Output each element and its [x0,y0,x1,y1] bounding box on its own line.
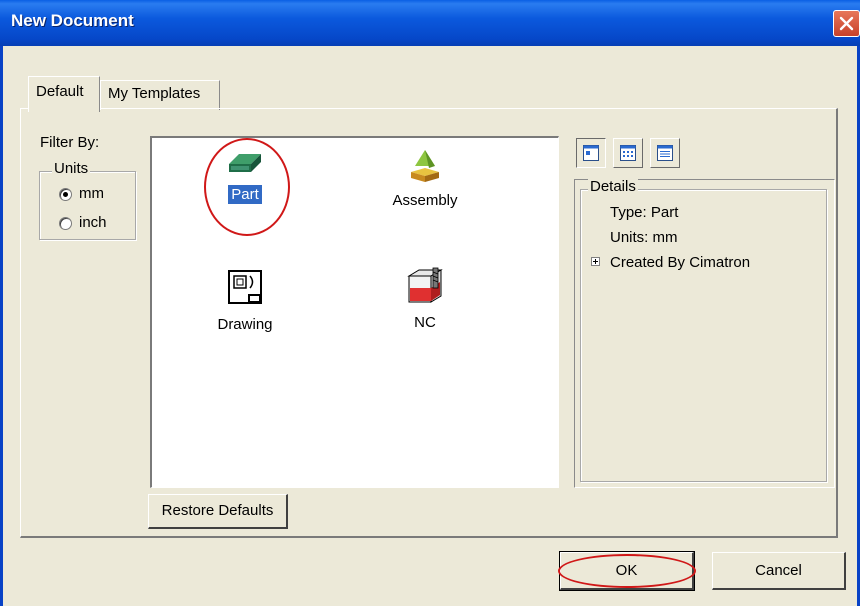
large-icons-view-button[interactable] [576,138,606,168]
large-icons-view-icon [583,145,599,161]
tab-default-label: Default [36,83,84,100]
document-type-list: Part Assembly Drawing NC [150,136,559,488]
close-button[interactable] [833,10,860,37]
radio-inch-label: inch [79,214,107,231]
part-icon [229,154,261,172]
detail-units: Units: mm [610,229,678,246]
list-item-part[interactable]: Part [200,148,290,204]
title-bar[interactable]: New Document [0,0,860,46]
tab-my-templates-label: My Templates [108,85,201,102]
list-item-drawing[interactable]: Drawing [200,268,290,333]
list-item-assembly[interactable]: Assembly [380,146,470,209]
small-icons-view-icon [620,145,636,161]
radio-inch[interactable] [59,217,72,230]
expand-icon[interactable] [591,257,600,266]
detail-type: Type: Part [610,204,679,221]
cancel-button[interactable]: Cancel [712,552,846,590]
assembly-icon [411,150,439,182]
list-item-label: NC [414,314,436,331]
radio-mm[interactable] [59,188,72,201]
drawing-icon [228,270,262,304]
radio-mm-label: mm [79,185,104,202]
list-item-label: Part [228,185,262,204]
radio-selected-dot [63,192,68,197]
dialog-title: New Document [11,11,134,30]
units-legend: Units [52,160,91,177]
small-icons-view-button[interactable] [613,138,643,168]
nc-icon [407,267,443,303]
list-item-label: Drawing [217,316,273,333]
detail-created-by: Created By Cimatron [610,254,751,271]
details-view-button[interactable] [650,138,680,168]
close-icon [839,16,854,31]
details-legend: Details [588,178,638,195]
filter-by-label: Filter By: [40,134,100,151]
list-item-label: Assembly [392,192,458,209]
tab-default[interactable]: Default [28,76,100,112]
details-view-icon [657,145,673,161]
tab-my-templates[interactable]: My Templates [100,80,220,110]
list-item-nc[interactable]: NC [380,266,470,331]
ok-button[interactable]: OK [559,551,695,591]
restore-defaults-button[interactable]: Restore Defaults [148,494,288,529]
